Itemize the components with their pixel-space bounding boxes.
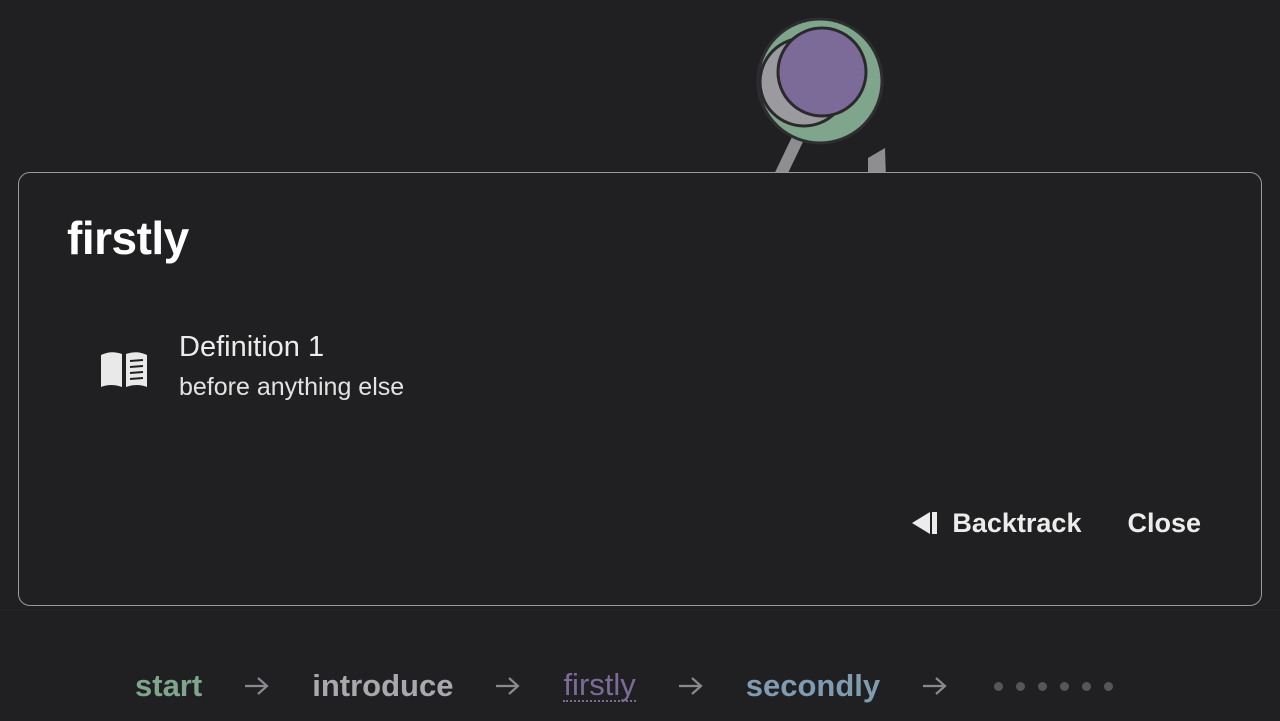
backtrack-label: Backtrack <box>952 507 1082 538</box>
step-back-icon <box>912 512 938 534</box>
arrow-right-icon <box>678 677 703 695</box>
backtrack-button[interactable]: Backtrack <box>910 508 1081 539</box>
dialog-actions: Backtrack Close <box>910 503 1201 543</box>
breadcrumb-item-firstly[interactable]: firstly <box>563 669 636 702</box>
arrow-right-icon <box>923 677 947 695</box>
dialog-title: firstly <box>67 212 189 264</box>
definition-dialog: firstly Definition 1 before anything els… <box>18 172 1262 606</box>
breadcrumb-item-secondly[interactable]: secondly <box>746 668 880 704</box>
close-button[interactable]: Close <box>1127 508 1201 539</box>
arrow-right-icon <box>496 677 521 695</box>
pending-step-dot <box>1016 681 1026 691</box>
definition-item: Definition 1 before anything else <box>99 331 699 411</box>
arrow-right-icon <box>245 677 269 695</box>
pending-step-dot <box>1060 681 1070 691</box>
breadcrumb-item-start[interactable]: start <box>135 668 202 704</box>
close-label: Close <box>1127 507 1201 538</box>
pin-marker-icon <box>756 17 886 180</box>
definition-heading: Definition 1 <box>179 331 325 363</box>
breadcrumb-item-introduce[interactable]: introduce <box>312 668 453 704</box>
pending-step-dot <box>1082 681 1092 691</box>
definition-text: before anything else <box>179 373 405 401</box>
open-book-icon <box>101 352 147 387</box>
breadcrumb-bar: start introduce firstly secondly <box>0 609 1280 721</box>
breadcrumb: start introduce firstly secondly <box>135 666 1114 706</box>
pending-steps-indicator <box>994 681 1114 691</box>
pending-step-dot <box>994 681 1004 691</box>
pending-step-dot <box>1038 681 1048 691</box>
pending-step-dot <box>1104 681 1114 691</box>
app-canvas: firstly Definition 1 before anything els… <box>0 0 1280 721</box>
